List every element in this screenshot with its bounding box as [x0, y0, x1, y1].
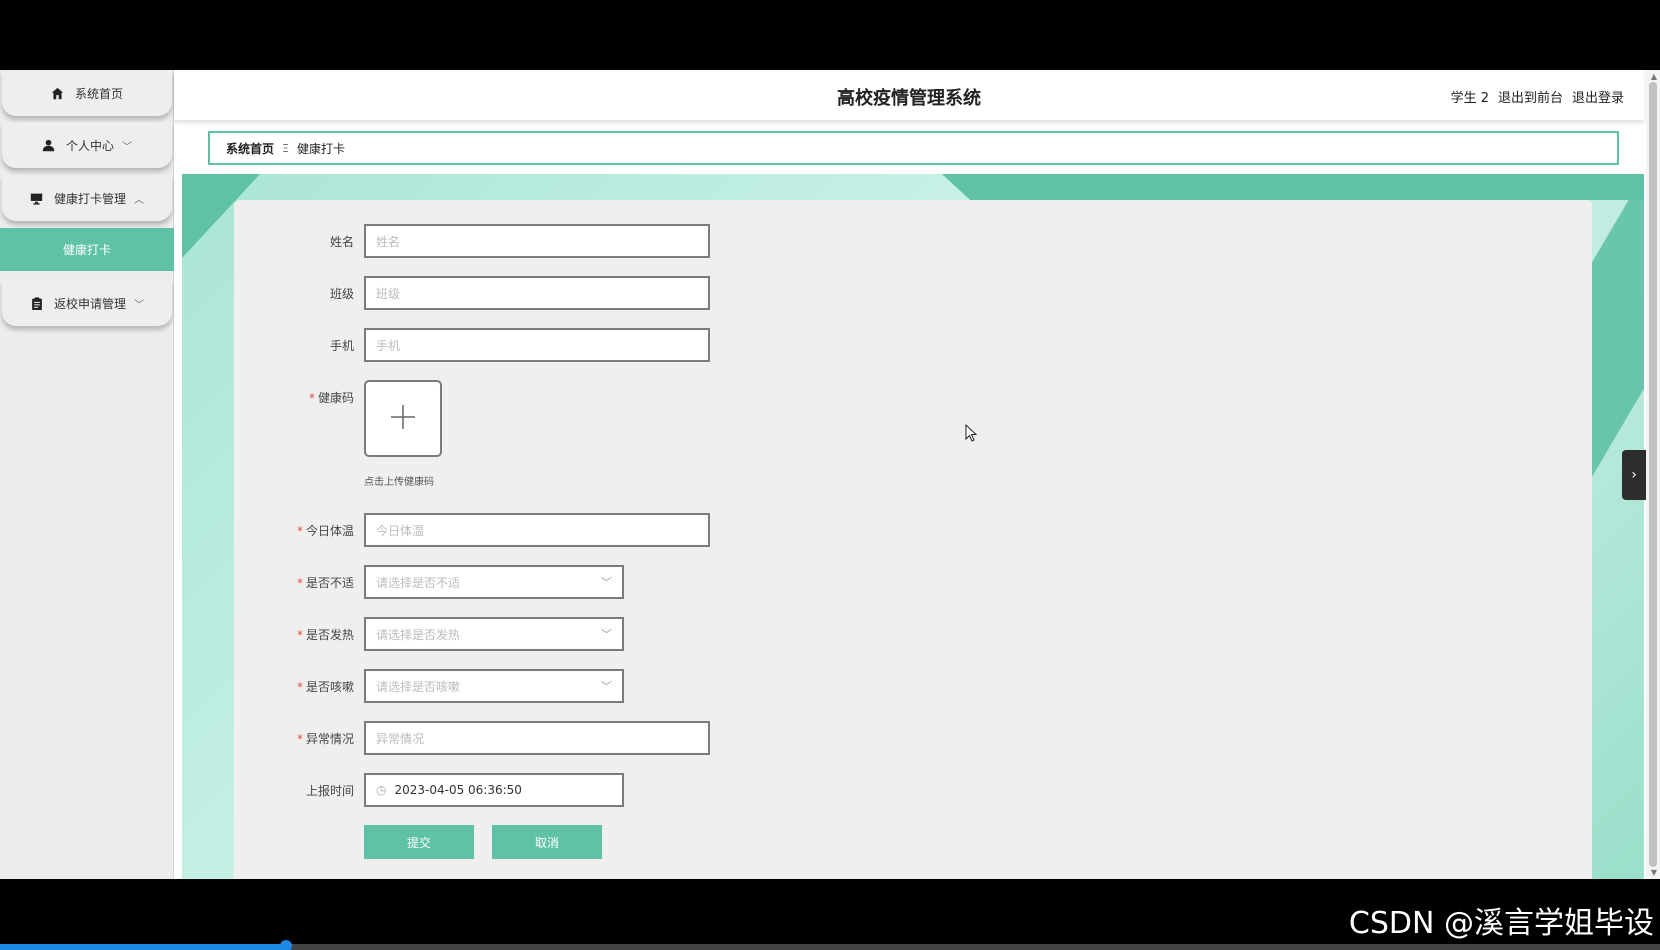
discomfort-placeholder: 请选择是否不适 — [376, 575, 461, 590]
phone-label: 手机 — [329, 339, 354, 353]
cough-placeholder: 请选择是否咳嗽 — [376, 679, 461, 694]
chevron-down-icon: ﹀ — [601, 628, 612, 641]
clock-icon: ◷ — [376, 783, 387, 797]
clipboard-icon — [30, 296, 44, 310]
health-code-hint: 点击上传健康码 — [364, 477, 434, 488]
video-progress-fill — [0, 944, 286, 950]
fever-placeholder: 请选择是否发热 — [376, 627, 461, 642]
sidebar: 系统首页 个人中心 ﹀ 健康打卡管理 ︿ 健康打卡 返校申请管理 ﹀ — [0, 70, 174, 879]
sidebar-item-health-checkin[interactable]: 健康打卡 — [0, 228, 174, 271]
discomfort-label: * 是否不适 — [296, 576, 354, 590]
temperature-label: * 今日体温 — [296, 524, 354, 538]
breadcrumb-home[interactable]: 系统首页 — [226, 140, 274, 157]
fever-label: * 是否发热 — [296, 628, 354, 642]
sidebar-item-health-checkin-mgmt[interactable]: 健康打卡管理 ︿ — [2, 175, 172, 221]
top-header: 高校疫情管理系统 学生 2 退出到前台 退出登录 — [174, 70, 1644, 120]
sidebar-item-personal-center[interactable]: 个人中心 ﹀ — [2, 122, 172, 168]
name-input[interactable]: 姓名 — [364, 224, 710, 258]
name-label: 姓名 — [329, 235, 354, 249]
report-time-picker[interactable]: ◷ 2023-04-05 06:36:50 — [364, 773, 624, 807]
breadcrumb-separator: Ξ — [282, 141, 289, 155]
abnormal-label: * 异常情况 — [296, 732, 354, 746]
plus-icon — [390, 404, 416, 434]
user-icon — [42, 138, 56, 152]
video-progress-bar[interactable] — [0, 940, 1660, 950]
chevron-down-icon: ﹀ — [601, 680, 612, 693]
breadcrumb: 系统首页 Ξ 健康打卡 — [208, 131, 1619, 165]
scrollbar-thumb[interactable] — [1649, 82, 1657, 867]
scroll-down-icon[interactable]: ▼ — [1651, 868, 1657, 877]
sidebar-item-label: 返校申请管理 — [53, 296, 126, 311]
report-time-value: 2023-04-05 06:36:50 — [394, 783, 522, 797]
health-code-upload[interactable] — [364, 380, 442, 457]
decor-shape — [942, 174, 1644, 200]
cough-select[interactable]: 请选择是否咳嗽 ﹀ — [364, 669, 624, 703]
sidebar-item-home[interactable]: 系统首页 — [2, 70, 172, 116]
home-icon — [51, 86, 65, 100]
back-to-front-link[interactable]: 退出到前台 — [1498, 87, 1563, 106]
cough-label: * 是否咳嗽 — [296, 680, 354, 694]
current-user: 学生 2 — [1450, 91, 1489, 106]
cancel-button[interactable]: 取消 — [492, 825, 602, 859]
fever-select[interactable]: 请选择是否发热 ﹀ — [364, 617, 624, 651]
submit-button[interactable]: 提交 — [364, 825, 474, 859]
scrollbar[interactable]: ▲ ▼ — [1646, 70, 1660, 879]
header-links: 学生 2 退出到前台 退出登录 — [1451, 87, 1624, 106]
logout-link[interactable]: 退出登录 — [1572, 87, 1624, 106]
phone-input[interactable]: 手机 — [364, 328, 710, 362]
chevron-down-icon: ﹀ — [601, 576, 612, 589]
report-time-label: 上报时间 — [305, 784, 354, 798]
content-area: 姓名 姓名 班级 班级 手机 手机 * 健康码 点击上传健康码 * 今日体温 今… — [182, 174, 1644, 879]
scroll-up-icon[interactable]: ▲ — [1651, 72, 1657, 81]
monitor-icon — [30, 191, 44, 205]
app-title: 高校疫情管理系统 — [837, 88, 981, 109]
video-progress-knob[interactable] — [279, 940, 292, 950]
sidebar-item-label: 个人中心 — [65, 138, 114, 153]
sidebar-item-return-application-mgmt[interactable]: 返校申请管理 ﹀ — [2, 280, 172, 326]
health-code-label: * 健康码 — [308, 391, 354, 405]
chevron-right-icon[interactable]: › — [1622, 450, 1646, 500]
chevron-up-icon: ︿ — [134, 194, 144, 206]
class-label: 班级 — [329, 287, 354, 301]
sidebar-item-label: 系统首页 — [74, 86, 123, 101]
abnormal-input[interactable]: 异常情况 — [364, 721, 710, 755]
mouse-cursor-icon — [965, 423, 978, 446]
watermark: CSDN @溪言学姐毕设 — [1348, 906, 1654, 941]
sidebar-item-label: 健康打卡管理 — [53, 191, 126, 206]
app-window: 系统首页 个人中心 ﹀ 健康打卡管理 ︿ 健康打卡 返校申请管理 ﹀ 高校疫情管… — [0, 70, 1660, 879]
health-checkin-form: 姓名 姓名 班级 班级 手机 手机 * 健康码 点击上传健康码 * 今日体温 今… — [234, 200, 1592, 879]
sidebar-item-label: 健康打卡 — [62, 243, 111, 257]
class-input[interactable]: 班级 — [364, 276, 710, 310]
chevron-down-icon: ﹀ — [122, 141, 132, 153]
screen: 系统首页 个人中心 ﹀ 健康打卡管理 ︿ 健康打卡 返校申请管理 ﹀ 高校疫情管… — [0, 0, 1660, 950]
temperature-input[interactable]: 今日体温 — [364, 513, 710, 547]
breadcrumb-current: 健康打卡 — [296, 141, 345, 156]
discomfort-select[interactable]: 请选择是否不适 ﹀ — [364, 565, 624, 599]
chevron-down-icon: ﹀ — [134, 299, 144, 311]
